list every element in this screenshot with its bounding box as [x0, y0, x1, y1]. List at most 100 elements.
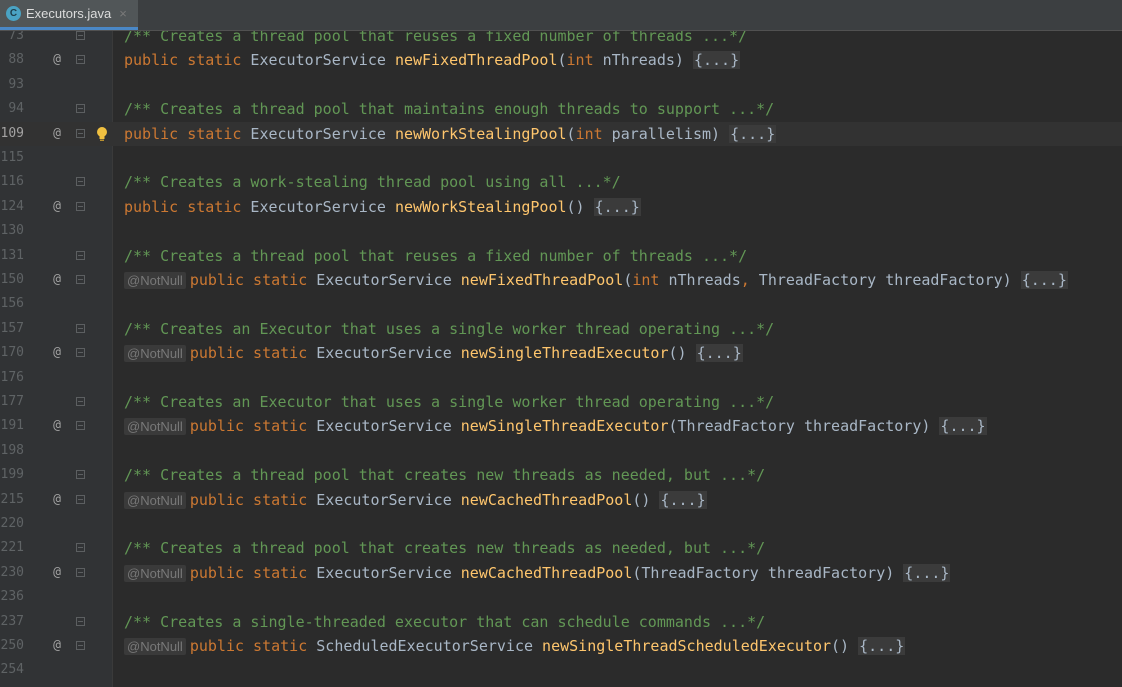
- method-signature[interactable]: @NotNull public static ExecutorService ne…: [124, 414, 987, 439]
- method-signature[interactable]: @NotNull public static ExecutorService ne…: [124, 561, 951, 586]
- method-name[interactable]: newSingleThreadScheduledExecutor: [542, 637, 831, 655]
- folded-body[interactable]: {...}: [695, 344, 743, 363]
- fold-toggle-icon[interactable]: [76, 55, 85, 65]
- folded-body[interactable]: {...}: [659, 490, 707, 509]
- fold-toggle-icon[interactable]: [76, 470, 85, 480]
- javadoc-comment[interactable]: /** Creates a thread pool that reuses a …: [124, 244, 747, 268]
- line-number[interactable]: 88: [0, 48, 24, 72]
- javadoc-comment[interactable]: /** Creates a thread pool that creates n…: [124, 463, 765, 487]
- line-number[interactable]: 156: [0, 292, 24, 316]
- fold-toggle-icon[interactable]: [76, 641, 85, 650]
- method-name[interactable]: newWorkStealingPool: [395, 198, 567, 216]
- method-signature[interactable]: public static ExecutorService newWorkSte…: [124, 122, 777, 146]
- line-number[interactable]: 73: [0, 31, 24, 48]
- line-number[interactable]: 220: [0, 512, 24, 536]
- javadoc-comment[interactable]: /** Creates a work-stealing thread pool …: [124, 170, 621, 194]
- folded-body[interactable]: {...}: [692, 51, 741, 70]
- implements-marker-icon[interactable]: @: [50, 48, 64, 72]
- javadoc-comment[interactable]: /** Creates a thread pool that maintains…: [124, 97, 774, 121]
- fold-toggle-icon[interactable]: [76, 31, 85, 40]
- close-icon[interactable]: ×: [119, 6, 127, 21]
- method-name[interactable]: newWorkStealingPool: [395, 125, 567, 143]
- implements-marker-icon[interactable]: @: [50, 268, 64, 292]
- method-name[interactable]: newFixedThreadPool: [461, 271, 624, 289]
- fold-toggle-icon[interactable]: [76, 567, 85, 577]
- javadoc-comment[interactable]: /** Creates a single-threaded executor t…: [124, 610, 765, 634]
- folded-body[interactable]: {...}: [1020, 271, 1068, 289]
- method-line: 191 @ @NotNull public static ExecutorServic…: [0, 414, 1122, 438]
- method-signature[interactable]: public static ExecutorService newFixedTh…: [124, 48, 741, 72]
- line-number[interactable]: 130: [0, 219, 24, 243]
- method-name[interactable]: newSingleThreadExecutor: [461, 417, 669, 435]
- implements-marker-icon[interactable]: @: [50, 122, 64, 146]
- fold-toggle-icon[interactable]: [76, 543, 85, 553]
- tab-executors-java[interactable]: C Executors.java ×: [0, 0, 138, 30]
- method-name[interactable]: newCachedThreadPool: [461, 491, 633, 509]
- line-number[interactable]: 124: [0, 195, 24, 219]
- line-number[interactable]: 191: [0, 414, 24, 438]
- implements-marker-icon[interactable]: @: [50, 414, 64, 438]
- javadoc-comment[interactable]: /** Creates an Executor that uses a sing…: [124, 390, 774, 414]
- line-number[interactable]: 176: [0, 366, 24, 390]
- line-number[interactable]: 157: [0, 317, 24, 341]
- javadoc-comment[interactable]: /** Creates a thread pool that creates n…: [124, 536, 765, 560]
- code-editor[interactable]: 73 /** Creates a thread pool that reuses …: [0, 31, 1122, 687]
- line-number[interactable]: 215: [0, 488, 24, 512]
- fold-toggle-icon[interactable]: [76, 616, 85, 626]
- fold-toggle-icon[interactable]: [76, 250, 85, 260]
- fold-toggle-icon[interactable]: [76, 104, 85, 114]
- line-number[interactable]: 93: [0, 73, 24, 97]
- line-number[interactable]: 230: [0, 561, 24, 585]
- lightbulb-icon[interactable]: [96, 125, 108, 143]
- fold-toggle-icon[interactable]: [76, 421, 85, 431]
- folded-body[interactable]: {...}: [729, 124, 777, 143]
- implements-marker-icon[interactable]: @: [50, 341, 64, 365]
- fold-toggle-icon[interactable]: [76, 348, 85, 358]
- method-signature[interactable]: @NotNull public static ExecutorService ne…: [124, 268, 1068, 293]
- fold-toggle-icon[interactable]: [76, 128, 85, 138]
- method-name[interactable]: newFixedThreadPool: [395, 51, 558, 69]
- implements-marker-icon[interactable]: @: [50, 561, 64, 585]
- line-number[interactable]: 199: [0, 463, 24, 487]
- line-number[interactable]: 131: [0, 244, 24, 268]
- line-number[interactable]: 198: [0, 439, 24, 463]
- folded-body[interactable]: {...}: [858, 637, 906, 655]
- line-number[interactable]: 236: [0, 585, 24, 609]
- line-number[interactable]: 254: [0, 658, 24, 682]
- fold-toggle-icon[interactable]: [76, 494, 85, 504]
- implements-marker-icon[interactable]: @: [50, 195, 64, 219]
- folded-body[interactable]: {...}: [593, 197, 641, 216]
- method-signature[interactable]: @NotNull public static ExecutorService ne…: [124, 488, 707, 513]
- line-number[interactable]: 109: [0, 122, 24, 146]
- line-number[interactable]: 94: [0, 97, 24, 121]
- line-number[interactable]: 150: [0, 268, 24, 292]
- method-signature[interactable]: @NotNull public static ExecutorService ne…: [124, 341, 743, 366]
- folded-body[interactable]: {...}: [903, 563, 951, 582]
- fold-toggle-icon[interactable]: [76, 397, 85, 406]
- method-args: ,: [740, 271, 750, 289]
- fold-toggle-icon[interactable]: [76, 201, 85, 211]
- fold-toggle-icon[interactable]: [76, 275, 85, 284]
- method-signature[interactable]: @NotNull public static ScheduledExecutorS…: [124, 634, 906, 659]
- line-number[interactable]: 221: [0, 536, 24, 560]
- line-number[interactable]: 237: [0, 610, 24, 634]
- implements-marker-icon[interactable]: @: [50, 634, 64, 658]
- blank-line: 93: [0, 73, 1122, 97]
- fold-toggle-icon[interactable]: [76, 323, 85, 333]
- method-signature[interactable]: public static ExecutorService newWorkSte…: [124, 195, 641, 219]
- line-number[interactable]: 115: [0, 146, 24, 170]
- method-args: int: [632, 271, 660, 289]
- blank-line: 156: [0, 292, 1122, 316]
- implements-marker-icon[interactable]: @: [50, 488, 64, 512]
- javadoc-comment[interactable]: /** Creates a thread pool that reuses a …: [124, 31, 747, 48]
- line-number[interactable]: 116: [0, 170, 24, 194]
- javadoc-comment[interactable]: /** Creates an Executor that uses a sing…: [124, 317, 774, 341]
- method-name[interactable]: newSingleThreadExecutor: [461, 344, 669, 362]
- line-number[interactable]: 177: [0, 390, 24, 414]
- folded-body[interactable]: {...}: [939, 417, 987, 436]
- fold-toggle-icon[interactable]: [76, 177, 85, 187]
- comment-line: 94 /** Creates a thread pool that maintai…: [0, 97, 1122, 121]
- line-number[interactable]: 170: [0, 341, 24, 365]
- line-number[interactable]: 250: [0, 634, 24, 658]
- method-name[interactable]: newCachedThreadPool: [461, 564, 633, 582]
